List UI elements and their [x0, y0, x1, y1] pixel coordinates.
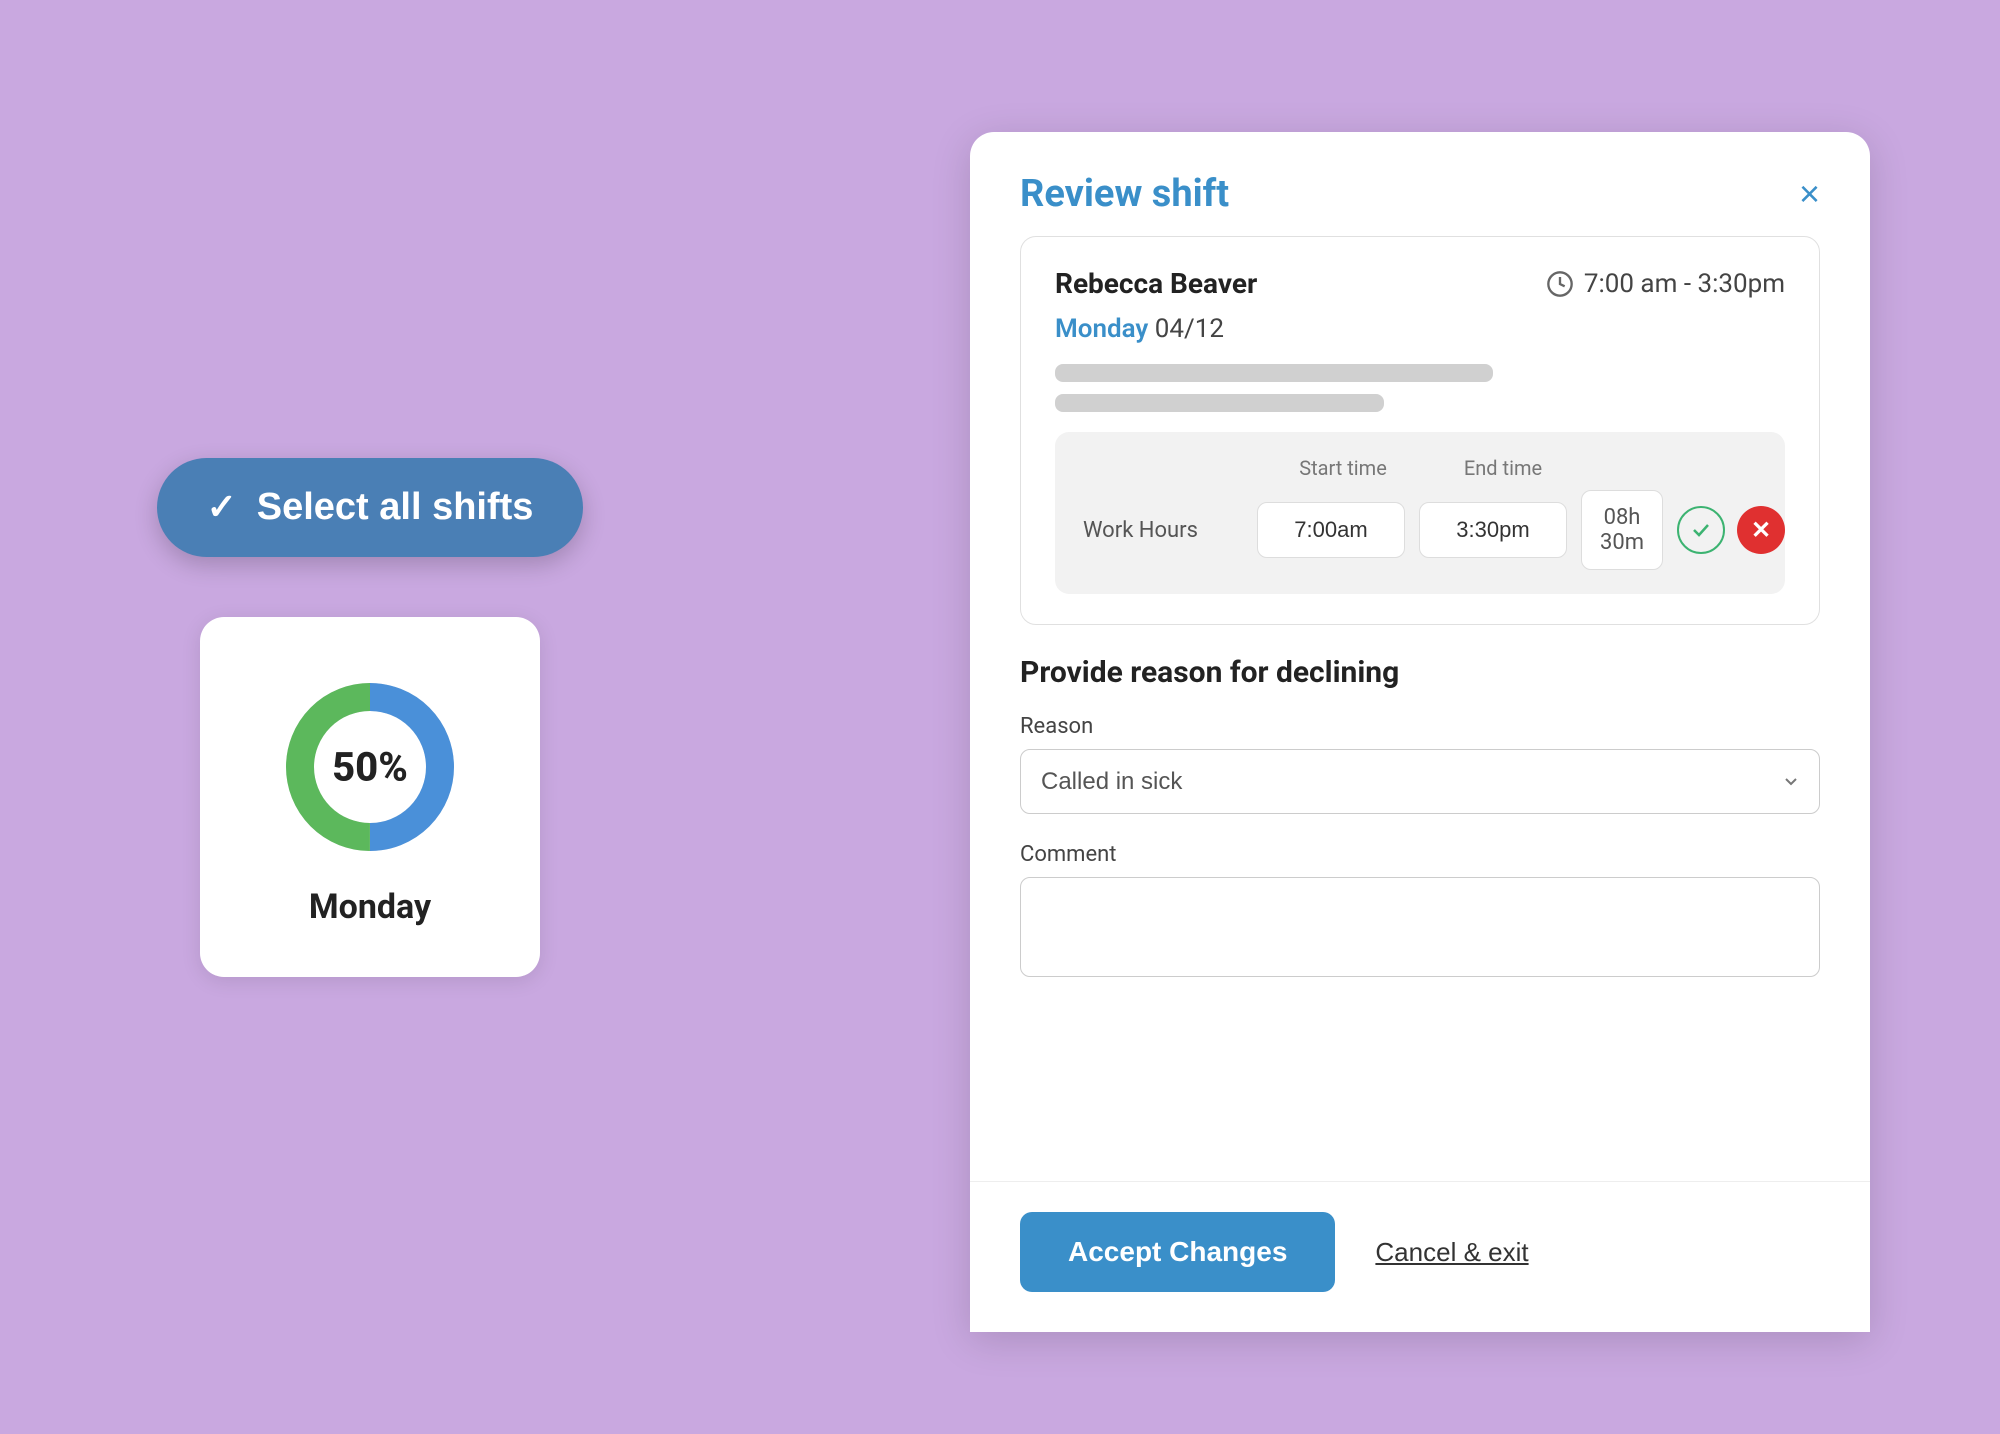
donut-day-label: Monday	[309, 887, 431, 927]
review-shift-modal: Review shift × Rebecca Beaver 7:00 am - …	[970, 132, 1870, 1332]
decline-section: Provide reason for declining Reason Call…	[1020, 655, 1820, 1001]
clock-icon	[1546, 270, 1574, 298]
select-all-button[interactable]: ✓ Select all shifts	[157, 458, 584, 557]
background: ✓ Select all shifts 50% Monday Review sh…	[50, 42, 1950, 1392]
work-hours-row: Work Hours 08h 30m ✕	[1083, 490, 1757, 570]
comment-label: Comment	[1020, 842, 1820, 867]
modal-title: Review shift	[1020, 172, 1229, 216]
end-time-label: End time	[1423, 456, 1583, 480]
donut-card: 50% Monday	[200, 617, 540, 977]
close-button[interactable]: ×	[1799, 176, 1820, 212]
donut-percentage: 50%	[332, 743, 408, 790]
checkmark-icon: ✓	[207, 486, 237, 528]
work-hours-labels: Start time End time	[1083, 456, 1757, 480]
end-time-input[interactable]	[1419, 502, 1567, 558]
work-hours-title: Work Hours	[1083, 518, 1243, 543]
date-monday: Monday	[1055, 314, 1148, 344]
modal-footer: Accept Changes Cancel & exit	[970, 1181, 1870, 1332]
cancel-exit-button[interactable]: Cancel & exit	[1375, 1237, 1528, 1268]
modal-header: Review shift ×	[970, 132, 1870, 236]
start-time-input[interactable]	[1257, 502, 1405, 558]
confirm-icon[interactable]	[1677, 506, 1725, 554]
start-time-label: Start time	[1263, 456, 1423, 480]
accept-changes-button[interactable]: Accept Changes	[1020, 1212, 1335, 1292]
decline-title: Provide reason for declining	[1020, 655, 1820, 690]
select-all-label: Select all shifts	[257, 486, 534, 529]
time-info: 7:00 am - 3:30pm	[1546, 269, 1785, 299]
reason-select[interactable]: Called in sick	[1020, 749, 1820, 814]
donut-chart: 50%	[270, 667, 470, 867]
reason-label: Reason	[1020, 714, 1820, 739]
employee-row: Rebecca Beaver 7:00 am - 3:30pm	[1055, 267, 1785, 300]
date-row: Monday 04/12	[1055, 314, 1785, 344]
date-rest: 04/12	[1148, 314, 1224, 344]
duration-display: 08h 30m	[1581, 490, 1663, 570]
action-icons: ✕	[1677, 506, 1785, 554]
employee-section: Rebecca Beaver 7:00 am - 3:30pm Monday 0…	[1020, 236, 1820, 625]
work-hours-section: Start time End time Work Hours 08h 30m	[1055, 432, 1785, 594]
modal-body: Rebecca Beaver 7:00 am - 3:30pm Monday 0…	[970, 236, 1870, 1181]
employee-name: Rebecca Beaver	[1055, 267, 1257, 300]
time-range: 7:00 am - 3:30pm	[1584, 269, 1785, 299]
skeleton-bar-1	[1055, 364, 1493, 382]
left-panel: ✓ Select all shifts 50% Monday	[130, 458, 610, 977]
cancel-icon[interactable]: ✕	[1737, 506, 1785, 554]
comment-textarea[interactable]	[1020, 877, 1820, 977]
skeleton-bar-2	[1055, 394, 1384, 412]
